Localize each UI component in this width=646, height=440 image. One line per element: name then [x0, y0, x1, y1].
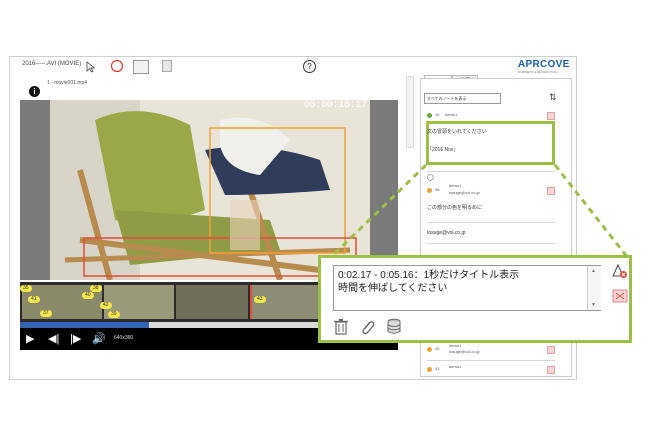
callout-connector: [328, 163, 630, 260]
trash-icon[interactable]: [333, 318, 349, 335]
note-edit-line: 0:02.17 - 0:05.16：1秒だけタイトル表示: [338, 270, 520, 281]
resize-icon[interactable]: [612, 289, 628, 308]
paperclip-icon[interactable]: [359, 318, 375, 335]
database-icon[interactable]: [386, 318, 402, 335]
note-edit-textarea[interactable]: 0:02.17 - 0:05.16：1秒だけタイトル表示 時間を伸ばしてください: [333, 265, 601, 311]
note-edit-line: 時間を伸ばしてください: [338, 283, 448, 294]
textarea-scrollbar[interactable]: ▲ ▼: [587, 266, 601, 310]
delete-note-icon[interactable]: [612, 263, 628, 284]
